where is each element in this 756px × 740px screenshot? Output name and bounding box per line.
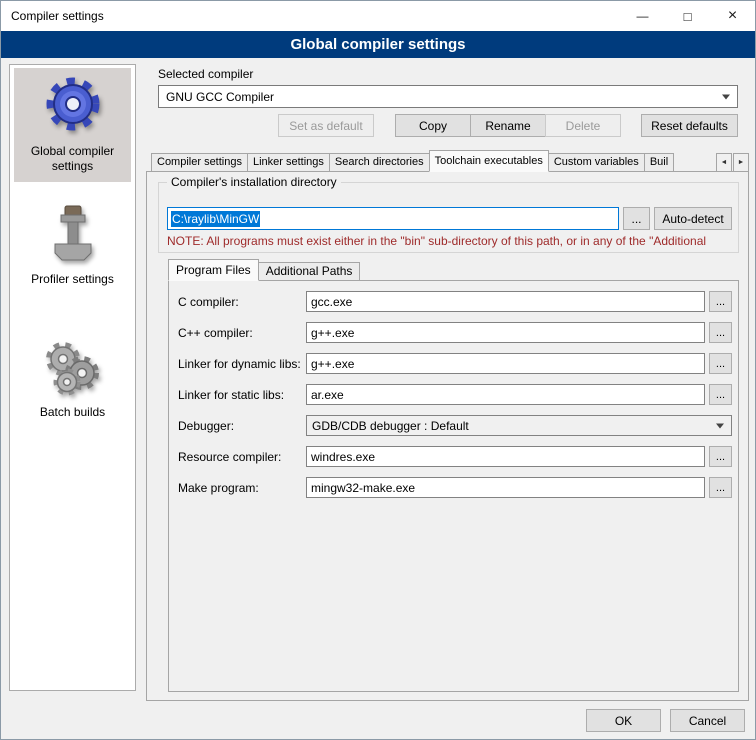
c-compiler-input[interactable]: gcc.exe (306, 291, 705, 312)
window-controls: — □ × (620, 1, 755, 31)
tab-toolchain-executables[interactable]: Toolchain executables (429, 150, 549, 172)
close-button[interactable]: × (710, 1, 755, 31)
profiler-tool-icon (41, 202, 105, 266)
form-row-resource-compiler: Resource compiler: windres.exe ... (169, 446, 738, 467)
make-program-label: Make program: (178, 481, 259, 495)
cpp-compiler-label: C++ compiler: (178, 326, 253, 340)
compiler-settings-dialog: Compiler settings — □ × Global compiler … (0, 0, 756, 740)
form-row-dynamic-linker: Linker for dynamic libs: g++.exe ... (169, 353, 738, 374)
c-compiler-label: C compiler: (178, 295, 239, 309)
form-row-make-program: Make program: mingw32-make.exe ... (169, 477, 738, 498)
maximize-icon: □ (684, 9, 692, 24)
program-files-tabstrip: Program Files Additional Paths (168, 259, 359, 281)
cpp-compiler-input[interactable]: g++.exe (306, 322, 705, 343)
tab-scroll-right-button[interactable]: ► (733, 153, 749, 172)
tab-custom-variables[interactable]: Custom variables (548, 153, 645, 172)
cpp-compiler-value: g++.exe (311, 326, 354, 340)
dynamic-linker-label: Linker for dynamic libs: (178, 357, 301, 371)
toolchain-panel: Compiler's installation directory C:\ray… (146, 171, 749, 701)
cancel-button[interactable]: Cancel (670, 709, 745, 732)
sidebar: Global compiler settings Profiler settin… (9, 64, 136, 691)
sidebar-item-label: Global compiler settings (16, 144, 129, 174)
form-row-static-linker: Linker for static libs: ar.exe ... (169, 384, 738, 405)
installation-directory-input[interactable]: C:\raylib\MinGW (167, 207, 619, 230)
main-tabstrip: Compiler settings Linker settings Search… (151, 150, 749, 172)
dropdown-arrow-icon (716, 423, 724, 428)
tab-scroll-left-button[interactable]: ◄ (716, 153, 732, 172)
static-linker-browse-button[interactable]: ... (709, 384, 732, 405)
rename-button[interactable]: Rename (470, 114, 546, 137)
debugger-select[interactable]: GDB/CDB debugger : Default (306, 415, 732, 436)
tab-linker-settings[interactable]: Linker settings (247, 153, 330, 172)
set-as-default-button[interactable]: Set as default (278, 114, 374, 137)
tab-program-files[interactable]: Program Files (168, 259, 259, 281)
sidebar-item-profiler-settings[interactable]: Profiler settings (14, 196, 131, 295)
reset-defaults-button[interactable]: Reset defaults (641, 114, 738, 137)
selected-compiler-label: Selected compiler (158, 67, 253, 81)
blue-gear-icon (41, 74, 105, 138)
gray-gears-icon (41, 335, 105, 399)
scroll-left-icon: ◄ (721, 159, 728, 166)
installation-directory-label: Compiler's installation directory (167, 175, 341, 189)
c-compiler-value: gcc.exe (311, 295, 352, 309)
dynamic-linker-value: g++.exe (311, 357, 354, 371)
make-program-value: mingw32-make.exe (311, 481, 415, 495)
tab-additional-paths[interactable]: Additional Paths (258, 262, 361, 281)
resource-compiler-label: Resource compiler: (178, 450, 281, 464)
tab-search-directories[interactable]: Search directories (329, 153, 430, 172)
tab-compiler-settings[interactable]: Compiler settings (151, 153, 248, 172)
copy-button[interactable]: Copy (395, 114, 471, 137)
form-row-debugger: Debugger: GDB/CDB debugger : Default (169, 415, 738, 436)
program-files-panel: C compiler: gcc.exe ... C++ compiler: g+… (168, 280, 739, 692)
debugger-select-value: GDB/CDB debugger : Default (312, 419, 469, 433)
auto-detect-button[interactable]: Auto-detect (654, 207, 732, 230)
page-title: Global compiler settings (290, 36, 465, 53)
dropdown-arrow-icon (722, 94, 730, 99)
cpp-compiler-browse-button[interactable]: ... (709, 322, 732, 343)
titlebar: Compiler settings — □ × (1, 1, 755, 31)
minimize-icon: — (637, 9, 649, 23)
sidebar-item-label: Profiler settings (31, 272, 114, 287)
compiler-select[interactable]: GNU GCC Compiler (158, 85, 738, 108)
sidebar-item-batch-builds[interactable]: Batch builds (14, 329, 131, 428)
resource-compiler-browse-button[interactable]: ... (709, 446, 732, 467)
window-title: Compiler settings (11, 9, 104, 23)
dynamic-linker-input[interactable]: g++.exe (306, 353, 705, 374)
static-linker-label: Linker for static libs: (178, 388, 284, 402)
installation-directory-browse-button[interactable]: ... (623, 207, 650, 230)
sidebar-item-label: Batch builds (40, 405, 105, 420)
static-linker-input[interactable]: ar.exe (306, 384, 705, 405)
tabs-scroll-view: Compiler settings Linker settings Search… (151, 150, 715, 172)
bin-subdirectory-note: NOTE: All programs must exist either in … (167, 234, 734, 248)
form-row-c-compiler: C compiler: gcc.exe ... (169, 291, 738, 312)
static-linker-value: ar.exe (311, 388, 344, 402)
ok-button[interactable]: OK (586, 709, 661, 732)
resource-compiler-input[interactable]: windres.exe (306, 446, 705, 467)
form-row-cpp-compiler: C++ compiler: g++.exe ... (169, 322, 738, 343)
dialog-header: Global compiler settings (1, 31, 755, 58)
make-program-browse-button[interactable]: ... (709, 477, 732, 498)
c-compiler-browse-button[interactable]: ... (709, 291, 732, 312)
tab-build-options[interactable]: Buil (644, 153, 674, 172)
delete-button[interactable]: Delete (545, 114, 621, 137)
close-icon: × (728, 7, 737, 25)
sidebar-item-global-compiler-settings[interactable]: Global compiler settings (14, 68, 131, 182)
installation-directory-value: C:\raylib\MinGW (171, 211, 260, 227)
installation-directory-groupbox: Compiler's installation directory C:\ray… (158, 182, 739, 253)
debugger-label: Debugger: (178, 419, 234, 433)
dynamic-linker-browse-button[interactable]: ... (709, 353, 732, 374)
make-program-input[interactable]: mingw32-make.exe (306, 477, 705, 498)
scroll-right-icon: ► (738, 159, 745, 166)
maximize-button[interactable]: □ (665, 1, 710, 31)
minimize-button[interactable]: — (620, 1, 665, 31)
resource-compiler-value: windres.exe (311, 450, 375, 464)
compiler-select-value: GNU GCC Compiler (166, 90, 274, 104)
